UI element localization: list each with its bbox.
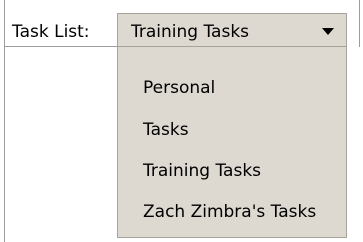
task-list-toolbar: Task List: Training Tasks xyxy=(0,0,363,242)
toolbar-bottom-divider xyxy=(4,46,117,47)
task-list-select[interactable]: Training Tasks xyxy=(117,13,347,47)
chevron-down-icon[interactable] xyxy=(322,28,334,35)
task-list-label: Task List: xyxy=(12,22,90,42)
menu-item-tasks[interactable]: Tasks xyxy=(143,120,189,140)
left-border-divider xyxy=(4,0,5,242)
menu-item-zach-zimbras-tasks[interactable]: Zach Zimbra's Tasks xyxy=(143,202,316,222)
menu-item-personal[interactable]: Personal xyxy=(143,78,215,98)
selected-task-list: Training Tasks xyxy=(131,22,250,42)
menu-item-training-tasks[interactable]: Training Tasks xyxy=(143,161,261,181)
task-list-dropdown-menu: Personal Tasks Training Tasks Zach Zimbr… xyxy=(117,46,347,238)
task-list-window: Task List: Training Tasks Personal Tasks… xyxy=(0,0,363,242)
right-border-divider xyxy=(359,0,360,47)
